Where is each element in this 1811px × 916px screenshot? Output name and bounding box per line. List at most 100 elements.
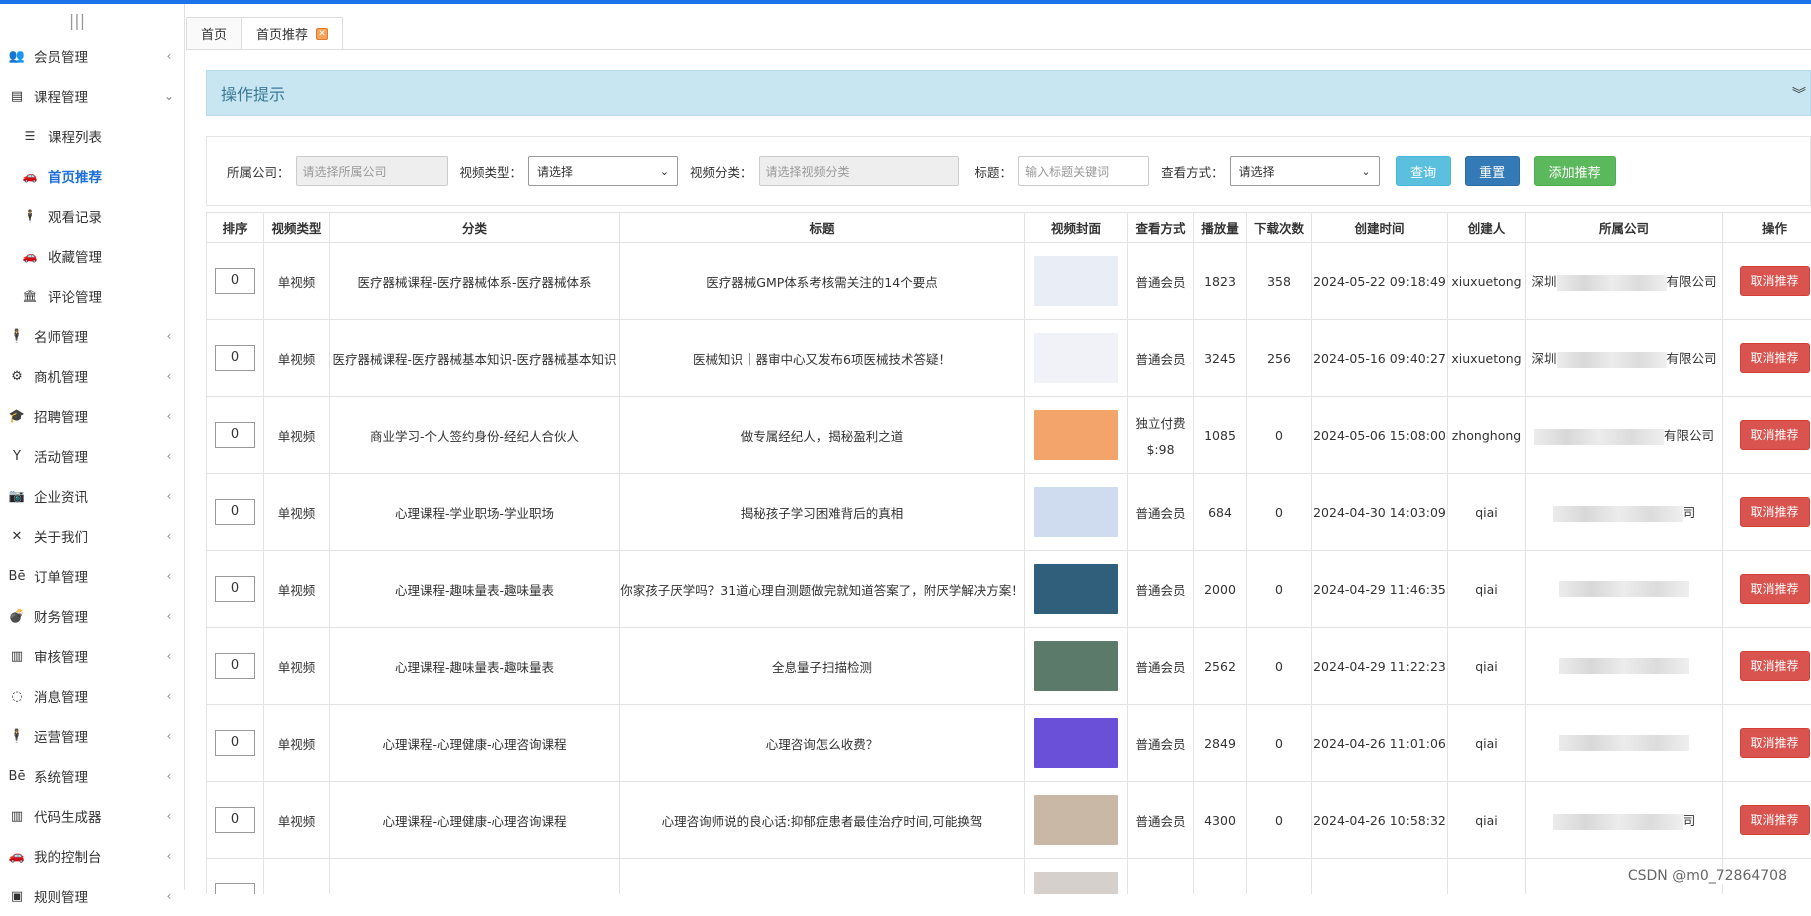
table-row: 0单视频心理课程-趣味量表-趣味量表全息量子扫描检测普通会员256202024-… [207,628,1811,705]
redacted-text [1559,735,1689,751]
table-row: 0单视频商业学习-个人签约身份-经纪人合伙人做专属经纪人，揭秘盈利之道独立付费$… [207,397,1811,474]
table-body: 0单视频医疗器械课程-医疗器械体系-医疗器械体系医疗器械GMP体系考核需关注的1… [207,243,1811,895]
sidebar-item-8[interactable]: Bē订单管理‹ [0,556,184,596]
view-mode-cell: 普通会员 [1128,628,1194,705]
reset-button[interactable]: 重置 [1465,156,1520,186]
sidebar-item-label: 代码生成器 [34,806,154,826]
cancel-recommend-button[interactable]: 取消推荐 [1740,574,1810,604]
recommend-table-container: 排序视频类型分类标题视频封面查看方式播放量下载次数创建时间创建人所属公司操作 0… [206,212,1811,894]
sidebar-item-13[interactable]: Bē系统管理‹ [0,756,184,796]
chevron-down-icon: ⌄ [154,89,184,103]
sidebar-item-5[interactable]: Y活动管理‹ [0,436,184,476]
sort-input[interactable]: 0 [215,653,255,679]
sidebar-item-10[interactable]: ▥审核管理‹ [0,636,184,676]
close-icon[interactable]: ✕ [316,28,328,40]
sort-input[interactable]: 0 [215,807,255,833]
sidebar-subitem-4[interactable]: 🏛评论管理 [0,276,184,316]
video-cover-image[interactable] [1034,564,1118,614]
sidebar-subitem-2[interactable]: 🕴观看记录 [0,196,184,236]
sort-input[interactable]: 0 [215,499,255,525]
sidebar-item-4[interactable]: 🎓招聘管理‹ [0,396,184,436]
sidebar-subitem-3[interactable]: 🚗 收藏管理 [0,236,184,276]
view-mode-select[interactable]: 请选择⌄ [1230,156,1380,186]
sidebar-subitem-label: 收藏管理 [48,246,102,266]
price-text: $:98 [1128,442,1193,457]
sort-input[interactable]: 0 [215,576,255,602]
operation-hint-panel[interactable]: 操作提示 ︾ [206,70,1811,116]
title-cell: 揭秘孩子学习困难背后的真相 [620,474,1025,551]
video-cover-image[interactable] [1034,718,1118,768]
sidebar-subitem-1[interactable]: 🚗首页推荐 [0,156,184,196]
sidebar-item-12[interactable]: 🕴运营管理‹ [0,716,184,756]
company-suffix: 司 [1683,505,1696,520]
sidebar-collapse-toggle[interactable]: ||| [0,4,184,36]
downloads-cell: 0 [1247,705,1312,782]
sidebar-item-label: 规则管理 [34,886,154,906]
view-mode-text: 普通会员 [1128,349,1193,368]
plays-cell: 1823 [1194,243,1247,320]
cancel-recommend-button[interactable]: 取消推荐 [1740,266,1810,296]
cancel-recommend-button[interactable]: 取消推荐 [1740,497,1810,527]
sidebar-item-11[interactable]: ◌消息管理‹ [0,676,184,716]
table-row: 0单视频心理课程-趣味量表-趣味量表你家孩子厌学吗？31道心理自测题做完就知道答… [207,551,1811,628]
video-cover-image[interactable] [1034,333,1118,383]
double-chevron-down-icon[interactable]: ︾ [1792,84,1806,104]
video-type-cell: 单视频 [264,243,330,320]
sort-input[interactable]: 0 [215,345,255,371]
cancel-recommend-button[interactable]: 取消推荐 [1740,805,1810,835]
view-mode-text: 普通会员 [1128,657,1193,676]
video-cover-image[interactable] [1034,872,1118,894]
car-icon: 🚗 [22,249,38,263]
query-button[interactable]: 查询 [1396,156,1451,186]
created-time-cell: 2024-05-06 15:08:00 [1312,397,1448,474]
chevron-down-icon: ⌄ [660,165,669,178]
sort-input[interactable]: 0 [215,730,255,756]
sliders-icon: ☰ [22,129,38,143]
cancel-recommend-button[interactable]: 取消推荐 [1740,343,1810,373]
sidebar-item-9[interactable]: 💣财务管理‹ [0,596,184,636]
sort-input[interactable]: 0 [215,268,255,294]
menu-lines-icon[interactable]: ||| [69,11,85,30]
add-recommend-button[interactable]: 添加推荐 [1534,156,1616,186]
sidebar-item-0[interactable]: 👥会员管理‹ [0,36,184,76]
video-category-input[interactable]: 请选择视频分类 [759,156,959,186]
sidebar-item-6[interactable]: 📷企业资讯‹ [0,476,184,516]
sidebar-item-15[interactable]: 🚗我的控制台‹ [0,836,184,876]
video-cover-image[interactable] [1034,256,1118,306]
chevron-left-icon: ‹ [154,49,184,63]
cancel-recommend-button[interactable]: 取消推荐 [1740,651,1810,681]
video-cover-image[interactable] [1034,795,1118,845]
column-header: 视频类型 [264,213,330,243]
cancel-recommend-button[interactable]: 取消推荐 [1740,420,1810,450]
sidebar-item-7[interactable]: ✕关于我们‹ [0,516,184,556]
sidebar-item-3[interactable]: ⚙商机管理‹ [0,356,184,396]
cancel-recommend-button[interactable]: 取消推荐 [1740,728,1810,758]
sort-input[interactable] [215,883,255,895]
sidebar: ||| 👥会员管理‹▤课程管理⌄☰课程列表🚗首页推荐🕴观看记录 🚗 收藏管理 🏛评论管… [0,4,185,890]
car-icon: ▣ [8,889,26,904]
video-cover-image[interactable] [1034,487,1118,537]
created-time-cell: 2024-04-29 11:22:23 [1312,628,1448,705]
tab-home[interactable]: 首页 [186,17,242,49]
tab-home-recommend[interactable]: 首页推荐✕ [241,17,343,49]
category-cell: 心理课程-心理健康-心理咨询课程 [330,705,620,782]
action-cell: 取消推荐 [1723,320,1811,397]
car-icon: 🚗 [22,169,38,183]
table-row: 0单视频心理课程-心理健康-心理咨询课程心理咨询怎么收费？普通会员2849020… [207,705,1811,782]
sort-input[interactable]: 0 [215,422,255,448]
company-input[interactable]: 请选择所属公司 [296,156,448,186]
sidebar-item-16[interactable]: ▣规则管理‹ [0,876,184,916]
video-type-select[interactable]: 请选择⌄ [528,156,678,186]
column-header: 播放量 [1194,213,1247,243]
title-input[interactable]: 输入标题关键词 [1018,156,1149,186]
sidebar-subitem-0[interactable]: ☰课程列表 [0,116,184,156]
sidebar-item-1[interactable]: ▤课程管理⌄ [0,76,184,116]
creator-cell: xiuxuetong [1448,243,1526,320]
redacted-text [1553,814,1683,830]
video-cover-image[interactable] [1034,641,1118,691]
redacted-text [1557,275,1667,291]
sidebar-item-2[interactable]: 🕴名师管理‹ [0,316,184,356]
sidebar-item-14[interactable]: ▥代码生成器‹ [0,796,184,836]
video-cover-image[interactable] [1034,410,1118,460]
chevron-left-icon: ‹ [154,489,184,503]
